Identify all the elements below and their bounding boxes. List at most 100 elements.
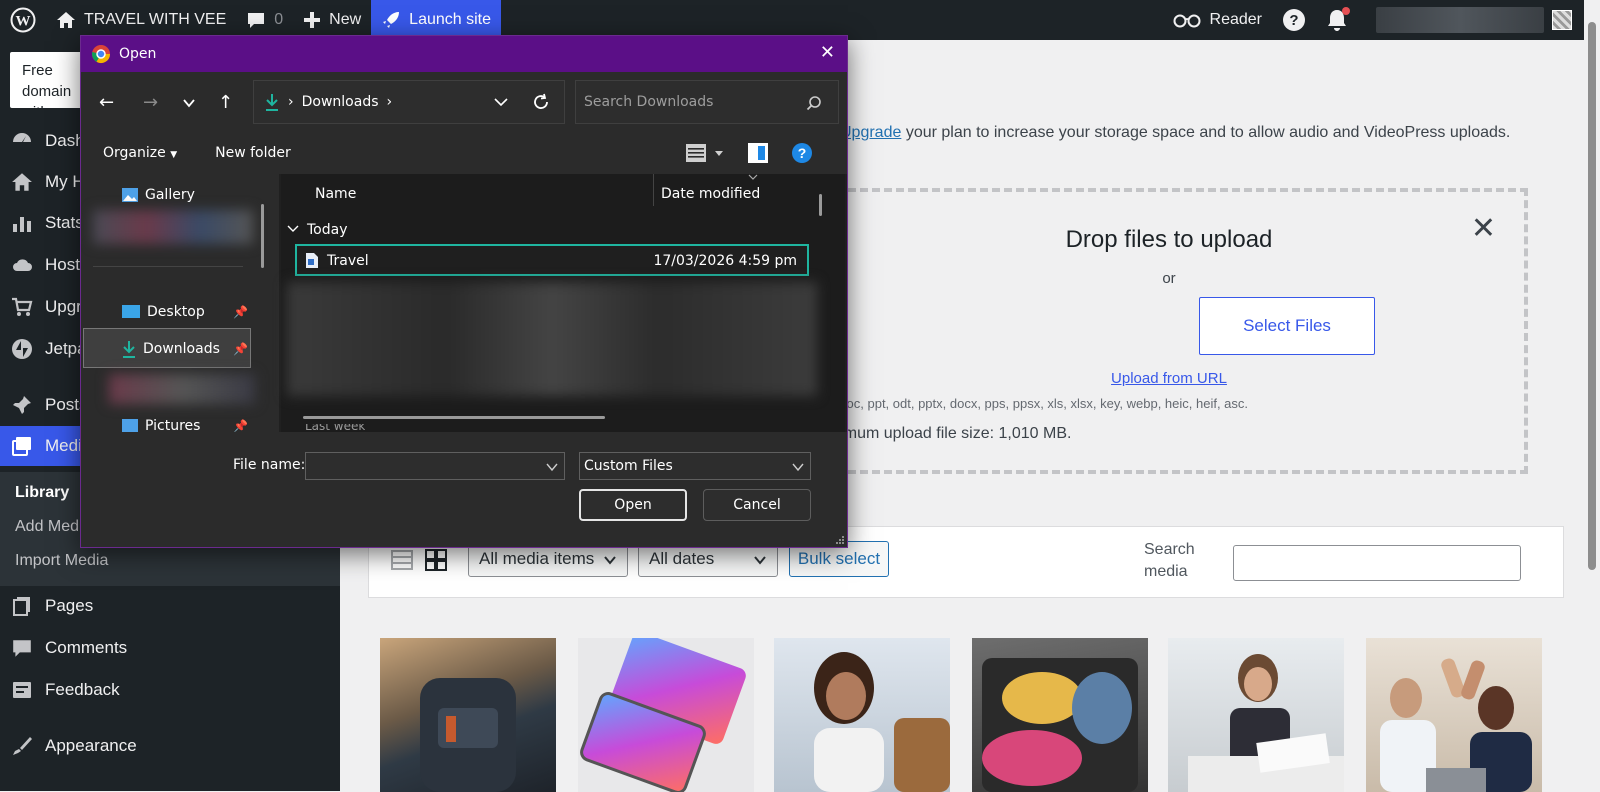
file-type-select[interactable]: Custom Files bbox=[579, 452, 811, 480]
organize-button[interactable]: Organize ▼ bbox=[103, 145, 177, 161]
vertical-scrollbar-thumb[interactable] bbox=[819, 194, 822, 216]
feedback-icon bbox=[11, 679, 33, 701]
sidebar-item-pages[interactable]: Pages bbox=[0, 586, 340, 626]
notifications-button[interactable] bbox=[1316, 0, 1358, 40]
chevron-down-icon[interactable] bbox=[183, 98, 195, 108]
launch-site-button[interactable]: Launch site bbox=[371, 0, 502, 40]
media-thumbnail[interactable] bbox=[1168, 638, 1344, 792]
upload-dropzone[interactable]: ✕ Drop files to upload or Select Files U… bbox=[800, 188, 1528, 474]
tree-item-downloads[interactable]: Downloads 📌 bbox=[121, 340, 248, 358]
sort-chevron-icon bbox=[748, 174, 758, 180]
file-date: 17/03/2026 4:59 pm bbox=[653, 253, 797, 269]
page-scrollbar[interactable] bbox=[1584, 0, 1600, 791]
preview-pane-icon[interactable] bbox=[747, 142, 769, 164]
new-folder-button[interactable]: New folder bbox=[215, 145, 291, 161]
tree-item-gallery[interactable]: Gallery bbox=[121, 186, 195, 204]
chevron-down-icon[interactable] bbox=[494, 97, 508, 107]
upgrade-link[interactable]: Upgrade bbox=[840, 124, 901, 141]
breadcrumb-separator: › bbox=[386, 94, 393, 110]
search-downloads-input[interactable]: Search Downloads bbox=[575, 80, 839, 124]
home-icon bbox=[57, 12, 75, 28]
chevron-down-icon bbox=[604, 556, 616, 565]
search-media-input[interactable] bbox=[1233, 545, 1521, 581]
sidebar-item-comments[interactable]: Comments bbox=[0, 628, 340, 668]
pin-icon[interactable]: 📌 bbox=[233, 305, 248, 319]
group-header-today[interactable]: Today bbox=[287, 222, 348, 238]
file-name-label: File name: bbox=[233, 457, 306, 473]
select-files-button[interactable]: Select Files bbox=[1199, 297, 1375, 355]
avatar[interactable] bbox=[1552, 10, 1572, 30]
upload-from-url-link[interactable]: Upload from URL bbox=[804, 370, 1524, 387]
drop-or: or bbox=[1162, 270, 1176, 287]
close-icon[interactable]: ✕ bbox=[820, 42, 835, 63]
help-icon[interactable]: ? bbox=[791, 142, 813, 164]
redacted-file-rows bbox=[287, 282, 817, 396]
address-bar[interactable]: › Downloads › bbox=[253, 80, 565, 124]
cancel-button[interactable]: Cancel bbox=[703, 489, 811, 521]
upsell-notice[interactable]: Free domain with an annual plan bbox=[10, 52, 90, 108]
site-title: TRAVEL WITH VEE bbox=[84, 11, 227, 28]
sidebar-item-label: Stats bbox=[45, 213, 84, 232]
search-placeholder: Search Downloads bbox=[584, 94, 714, 110]
media-thumbnail[interactable] bbox=[380, 638, 556, 792]
media-type-filter-value: All media items bbox=[479, 549, 595, 568]
comments-link[interactable]: 0 bbox=[236, 0, 293, 40]
sidebar-item-label: Feedback bbox=[45, 680, 120, 699]
comment-icon bbox=[11, 637, 33, 659]
sidebar-item-appearance[interactable]: Appearance bbox=[0, 726, 340, 766]
sidebar-item-feedback[interactable]: Feedback bbox=[0, 670, 340, 710]
breadcrumb-downloads[interactable]: Downloads bbox=[302, 94, 379, 110]
wordpress-logo-icon[interactable]: W bbox=[0, 0, 46, 40]
open-button[interactable]: Open bbox=[579, 489, 687, 521]
dashboard-icon bbox=[11, 130, 33, 152]
notification-dot bbox=[1342, 7, 1350, 15]
column-header-name[interactable]: Name bbox=[315, 186, 356, 202]
group-label: Today bbox=[307, 222, 348, 238]
help-button[interactable]: ? bbox=[1272, 0, 1316, 40]
pin-icon[interactable]: 📌 bbox=[233, 342, 248, 356]
chevron-down-icon bbox=[754, 556, 766, 565]
backpack-image bbox=[420, 678, 516, 792]
submenu-item-library[interactable]: Library bbox=[15, 484, 69, 502]
list-view-icon[interactable] bbox=[391, 549, 413, 571]
new-content-link[interactable]: New bbox=[293, 0, 371, 40]
navigation-pane: Gallery Desktop 📌 Downloads 📌 Pictures 📌 bbox=[81, 174, 279, 434]
tree-item-label: Gallery bbox=[145, 187, 195, 203]
redacted-tree-item bbox=[93, 210, 253, 244]
media-thumbnail[interactable] bbox=[578, 638, 754, 792]
chrome-icon bbox=[91, 45, 110, 64]
scrollbar-thumb[interactable] bbox=[1588, 22, 1596, 570]
jetpack-icon bbox=[11, 338, 33, 360]
file-row-travel[interactable]: Travel 17/03/2026 4:59 pm bbox=[295, 244, 809, 276]
group-header-last-week[interactable]: Last week bbox=[305, 424, 365, 432]
view-options-icon[interactable] bbox=[685, 142, 725, 164]
traveler-woman-image bbox=[814, 652, 950, 792]
resize-grip-icon[interactable] bbox=[835, 535, 845, 545]
account-name-redacted[interactable] bbox=[1376, 7, 1544, 33]
media-thumbnail[interactable] bbox=[774, 638, 950, 792]
up-arrow-icon[interactable]: ↑ bbox=[218, 92, 233, 113]
grid-view-icon[interactable] bbox=[425, 549, 447, 571]
pin-icon[interactable]: 📌 bbox=[233, 419, 248, 433]
site-name-link[interactable]: TRAVEL WITH VEE bbox=[46, 0, 236, 40]
devices-image bbox=[580, 638, 746, 792]
horizontal-scrollbar-thumb[interactable] bbox=[303, 416, 605, 419]
column-header-date[interactable]: Date modified bbox=[661, 186, 760, 202]
submenu-item-import-media[interactable]: Import Media bbox=[15, 552, 108, 570]
media-thumbnail[interactable] bbox=[972, 638, 1148, 792]
back-arrow-icon[interactable]: ← bbox=[99, 92, 114, 113]
document-icon bbox=[306, 253, 318, 268]
tree-scrollbar-thumb[interactable] bbox=[261, 204, 264, 268]
chevron-down-icon bbox=[546, 463, 558, 472]
upgrade-text: your plan to increase your storage space… bbox=[901, 124, 1511, 141]
sidebar-item-media[interactable]: Media bbox=[0, 426, 91, 466]
dialog-footer: File name: Custom Files Open Cancel bbox=[81, 432, 847, 547]
refresh-icon[interactable] bbox=[532, 93, 550, 111]
reader-link[interactable]: Reader bbox=[1162, 0, 1272, 40]
file-name-input[interactable] bbox=[305, 452, 565, 480]
forward-arrow-icon[interactable]: → bbox=[143, 92, 158, 113]
dialog-titlebar[interactable]: Open ✕ bbox=[81, 36, 847, 72]
tree-item-desktop[interactable]: Desktop 📌 bbox=[121, 304, 248, 320]
date-filter-value: All dates bbox=[649, 549, 715, 568]
media-thumbnail[interactable] bbox=[1366, 638, 1542, 792]
